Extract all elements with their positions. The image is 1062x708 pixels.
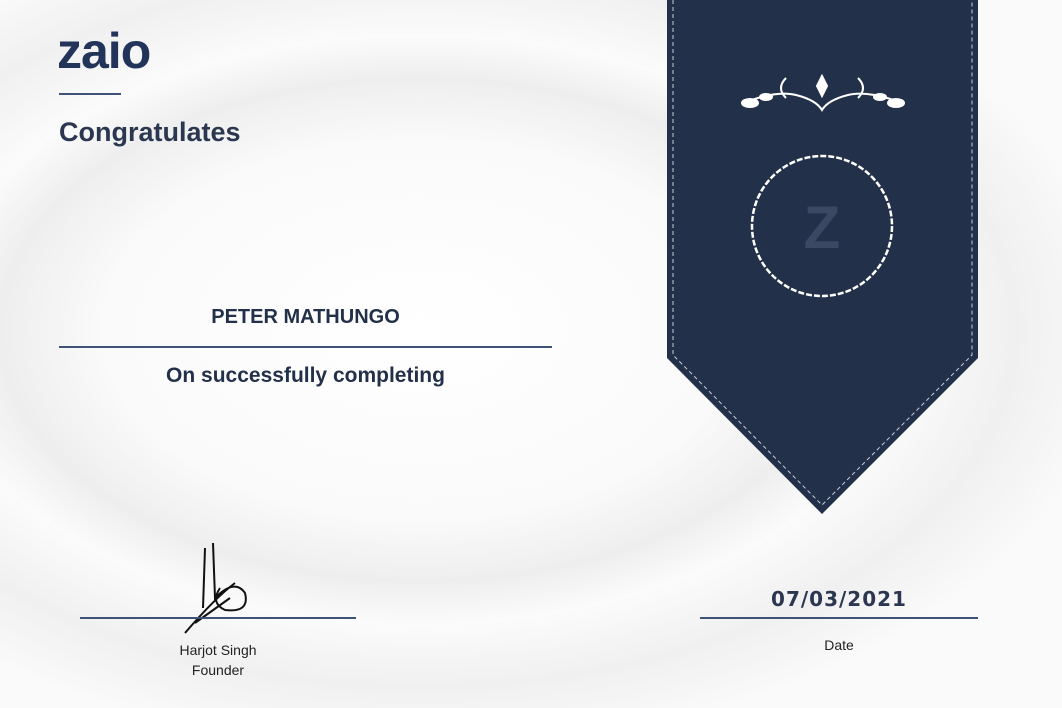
signature-line bbox=[80, 617, 356, 619]
heading: Congratulates bbox=[59, 117, 241, 147]
signatory-name: Harjot Singh bbox=[179, 642, 257, 658]
date-line bbox=[700, 617, 978, 619]
founder-signature bbox=[184, 542, 247, 634]
recipient-name: PETER MATHUNGO bbox=[211, 306, 400, 328]
subtitle: On successfully completing bbox=[166, 364, 445, 387]
date-label: Date bbox=[824, 637, 854, 653]
z-monogram-icon: Z bbox=[804, 194, 841, 261]
zaio-logo: zaio bbox=[57, 23, 151, 79]
signatory-title: Founder bbox=[191, 662, 245, 678]
date-value: 07/03/2021 bbox=[771, 587, 907, 611]
ribbon-seal: Z bbox=[667, 0, 978, 514]
logo-underline bbox=[59, 93, 121, 95]
name-divider bbox=[59, 346, 552, 348]
